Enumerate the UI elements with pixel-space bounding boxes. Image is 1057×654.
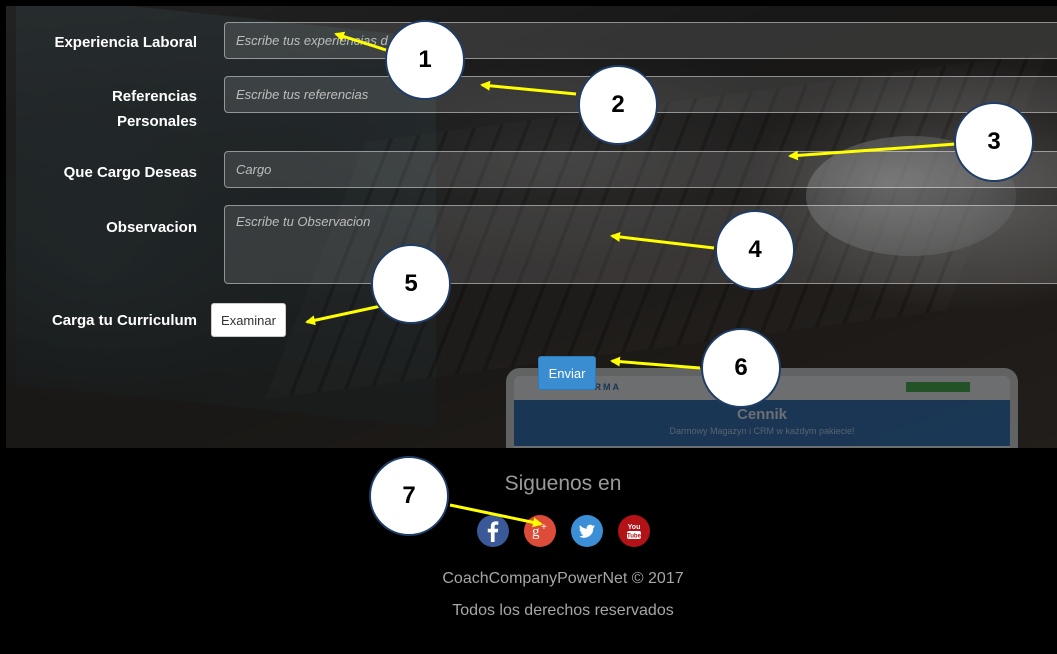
callout-2: 2 bbox=[578, 65, 658, 145]
svg-text:You: You bbox=[628, 524, 641, 531]
examinar-button[interactable]: Examinar bbox=[211, 303, 286, 337]
google-plus-link[interactable]: g + bbox=[524, 515, 556, 547]
rights-text: Todos los derechos reservados bbox=[452, 602, 674, 619]
referencias-label-line1: Referencias bbox=[111, 88, 197, 105]
twitter-link[interactable] bbox=[571, 515, 603, 547]
follow-heading: Siguenos en bbox=[504, 472, 622, 495]
experiencia-label: Experiencia Laboral bbox=[54, 34, 197, 51]
callout-1: 1 bbox=[385, 20, 465, 100]
curriculum-label: Carga tu Curriculum bbox=[51, 312, 197, 329]
facebook-link[interactable] bbox=[477, 515, 509, 547]
callout-6: 6 bbox=[701, 328, 781, 408]
referencias-label: Referencias Personales bbox=[26, 84, 197, 134]
experiencia-input[interactable] bbox=[224, 22, 1057, 59]
callout-5: 5 bbox=[371, 244, 451, 324]
page-frame: IFIRMA Cennik Darmowy Magazyn i CRM w ka… bbox=[0, 0, 1057, 654]
youtube-link[interactable]: You Tube bbox=[618, 515, 650, 547]
svg-text:+: + bbox=[541, 522, 547, 533]
cargo-label: Que Cargo Deseas bbox=[63, 164, 197, 181]
callout-7: 7 bbox=[369, 456, 449, 536]
callout-4: 4 bbox=[715, 210, 795, 290]
observacion-textarea[interactable] bbox=[224, 205, 1057, 284]
observacion-label: Observacion bbox=[106, 219, 197, 236]
svg-text:g: g bbox=[532, 524, 540, 540]
facebook-icon bbox=[487, 521, 499, 542]
footer: Siguenos en g + You Tube CoachCompanyPow… bbox=[6, 448, 1057, 654]
svg-text:Tube: Tube bbox=[627, 534, 642, 540]
enviar-button[interactable]: Enviar bbox=[538, 356, 596, 390]
youtube-icon: You Tube bbox=[627, 524, 642, 540]
cargo-input[interactable] bbox=[224, 151, 1057, 188]
referencias-label-line2: Personales bbox=[116, 113, 197, 130]
google-plus-icon: g + bbox=[532, 522, 547, 540]
copyright-text: CoachCompanyPowerNet © 2017 bbox=[442, 570, 684, 587]
twitter-icon bbox=[579, 524, 595, 538]
callout-3: 3 bbox=[954, 102, 1034, 182]
